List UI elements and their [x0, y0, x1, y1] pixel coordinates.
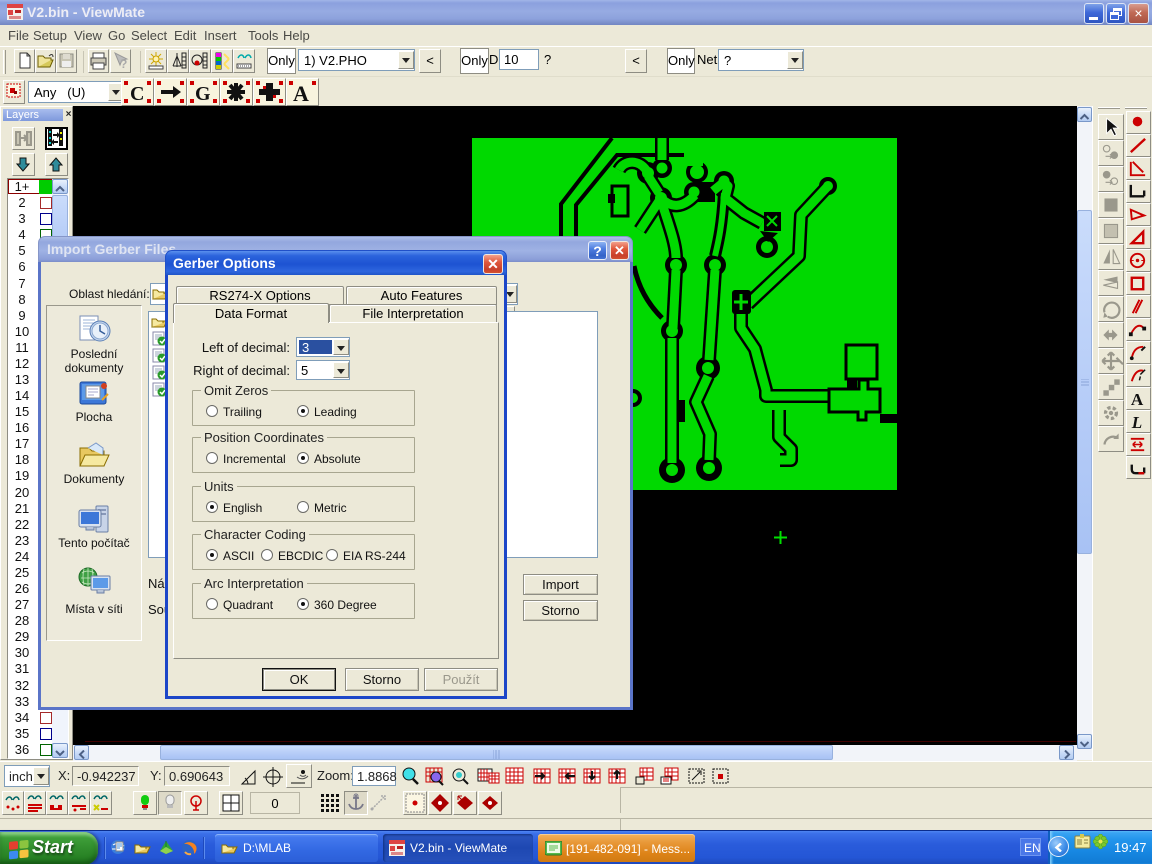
- svg-text:?: ?: [120, 57, 127, 71]
- svg-text:G: G: [195, 83, 211, 105]
- svg-text:C: C: [130, 83, 144, 105]
- svg-text:A: A: [293, 81, 309, 105]
- svg-text:A: A: [1131, 390, 1144, 409]
- svg-text:L: L: [1131, 413, 1143, 432]
